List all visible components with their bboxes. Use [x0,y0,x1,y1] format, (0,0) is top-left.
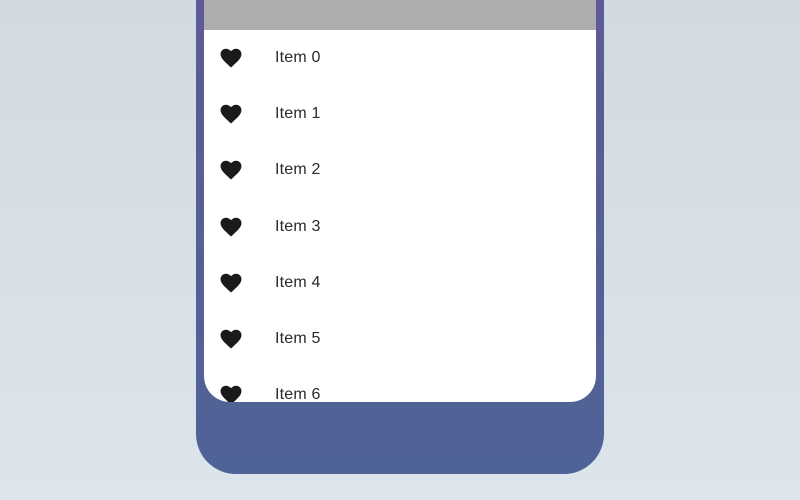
list-item-label: Item 0 [275,49,321,67]
heart-icon [220,104,242,124]
item-list[interactable]: Item 0 Item 1 Item 2 Item 3 Item 4 Item … [204,30,596,402]
heart-icon [220,329,242,349]
list-item[interactable]: Item 2 [204,142,596,198]
list-item[interactable]: Item 5 [204,311,596,367]
heart-icon [220,385,242,402]
list-item-label: Item 6 [275,386,321,402]
heart-icon [220,217,242,237]
list-item[interactable]: Item 3 [204,199,596,255]
list-item[interactable]: Item 0 [204,30,596,86]
device-frame: Item 0 Item 1 Item 2 Item 3 Item 4 Item … [196,0,604,474]
top-app-bar [204,0,596,30]
heart-icon [220,48,242,68]
app-screen: Item 0 Item 1 Item 2 Item 3 Item 4 Item … [204,0,596,402]
list-item[interactable]: Item 1 [204,86,596,142]
list-item[interactable]: Item 4 [204,255,596,311]
list-item-label: Item 3 [275,217,321,235]
list-item-label: Item 1 [275,105,321,123]
list-item[interactable]: Item 6 [204,367,596,402]
heart-icon [220,273,242,293]
list-item-label: Item 5 [275,330,321,348]
list-item-label: Item 2 [275,161,321,179]
heart-icon [220,160,242,181]
list-item-label: Item 4 [275,273,321,291]
